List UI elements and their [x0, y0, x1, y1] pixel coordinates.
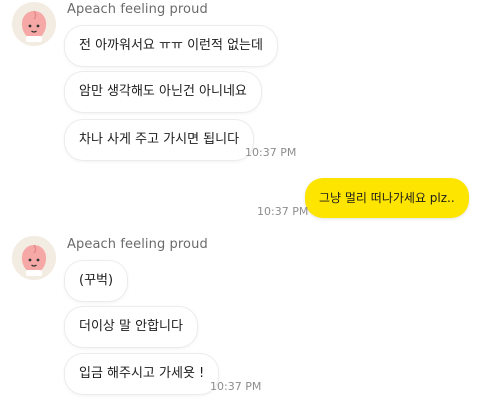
message-timestamp: 10:37 PM [257, 205, 309, 218]
message-bubble[interactable]: 입금 해주시고 가세욧 ! [65, 354, 219, 394]
avatar[interactable] [12, 2, 56, 46]
message-timestamp: 10:37 PM [245, 146, 297, 159]
sender-name: Apeach feeling proud [67, 2, 208, 17]
my-message-bubble[interactable]: 그냥 멀리 떠나가세요 plz.. [305, 178, 469, 218]
apeach-avatar-icon [12, 2, 56, 46]
message-bubble[interactable]: 차나 사게 주고 가시면 됩니다 [65, 120, 254, 160]
message-bubble[interactable]: 암만 생각해도 아닌건 아니네요 [65, 72, 261, 112]
sender-name: Apeach feeling proud [67, 237, 208, 252]
message-bubble[interactable]: 전 아까워서요 ㅠㅠ 이런적 없는데 [65, 26, 277, 66]
apeach-avatar-icon [12, 236, 56, 280]
message-bubble[interactable]: 더이상 말 안합니다 [65, 307, 197, 347]
message-bubble[interactable]: (꾸벅) [65, 261, 128, 301]
message-timestamp: 10:37 PM [210, 380, 262, 393]
avatar[interactable] [12, 236, 56, 280]
